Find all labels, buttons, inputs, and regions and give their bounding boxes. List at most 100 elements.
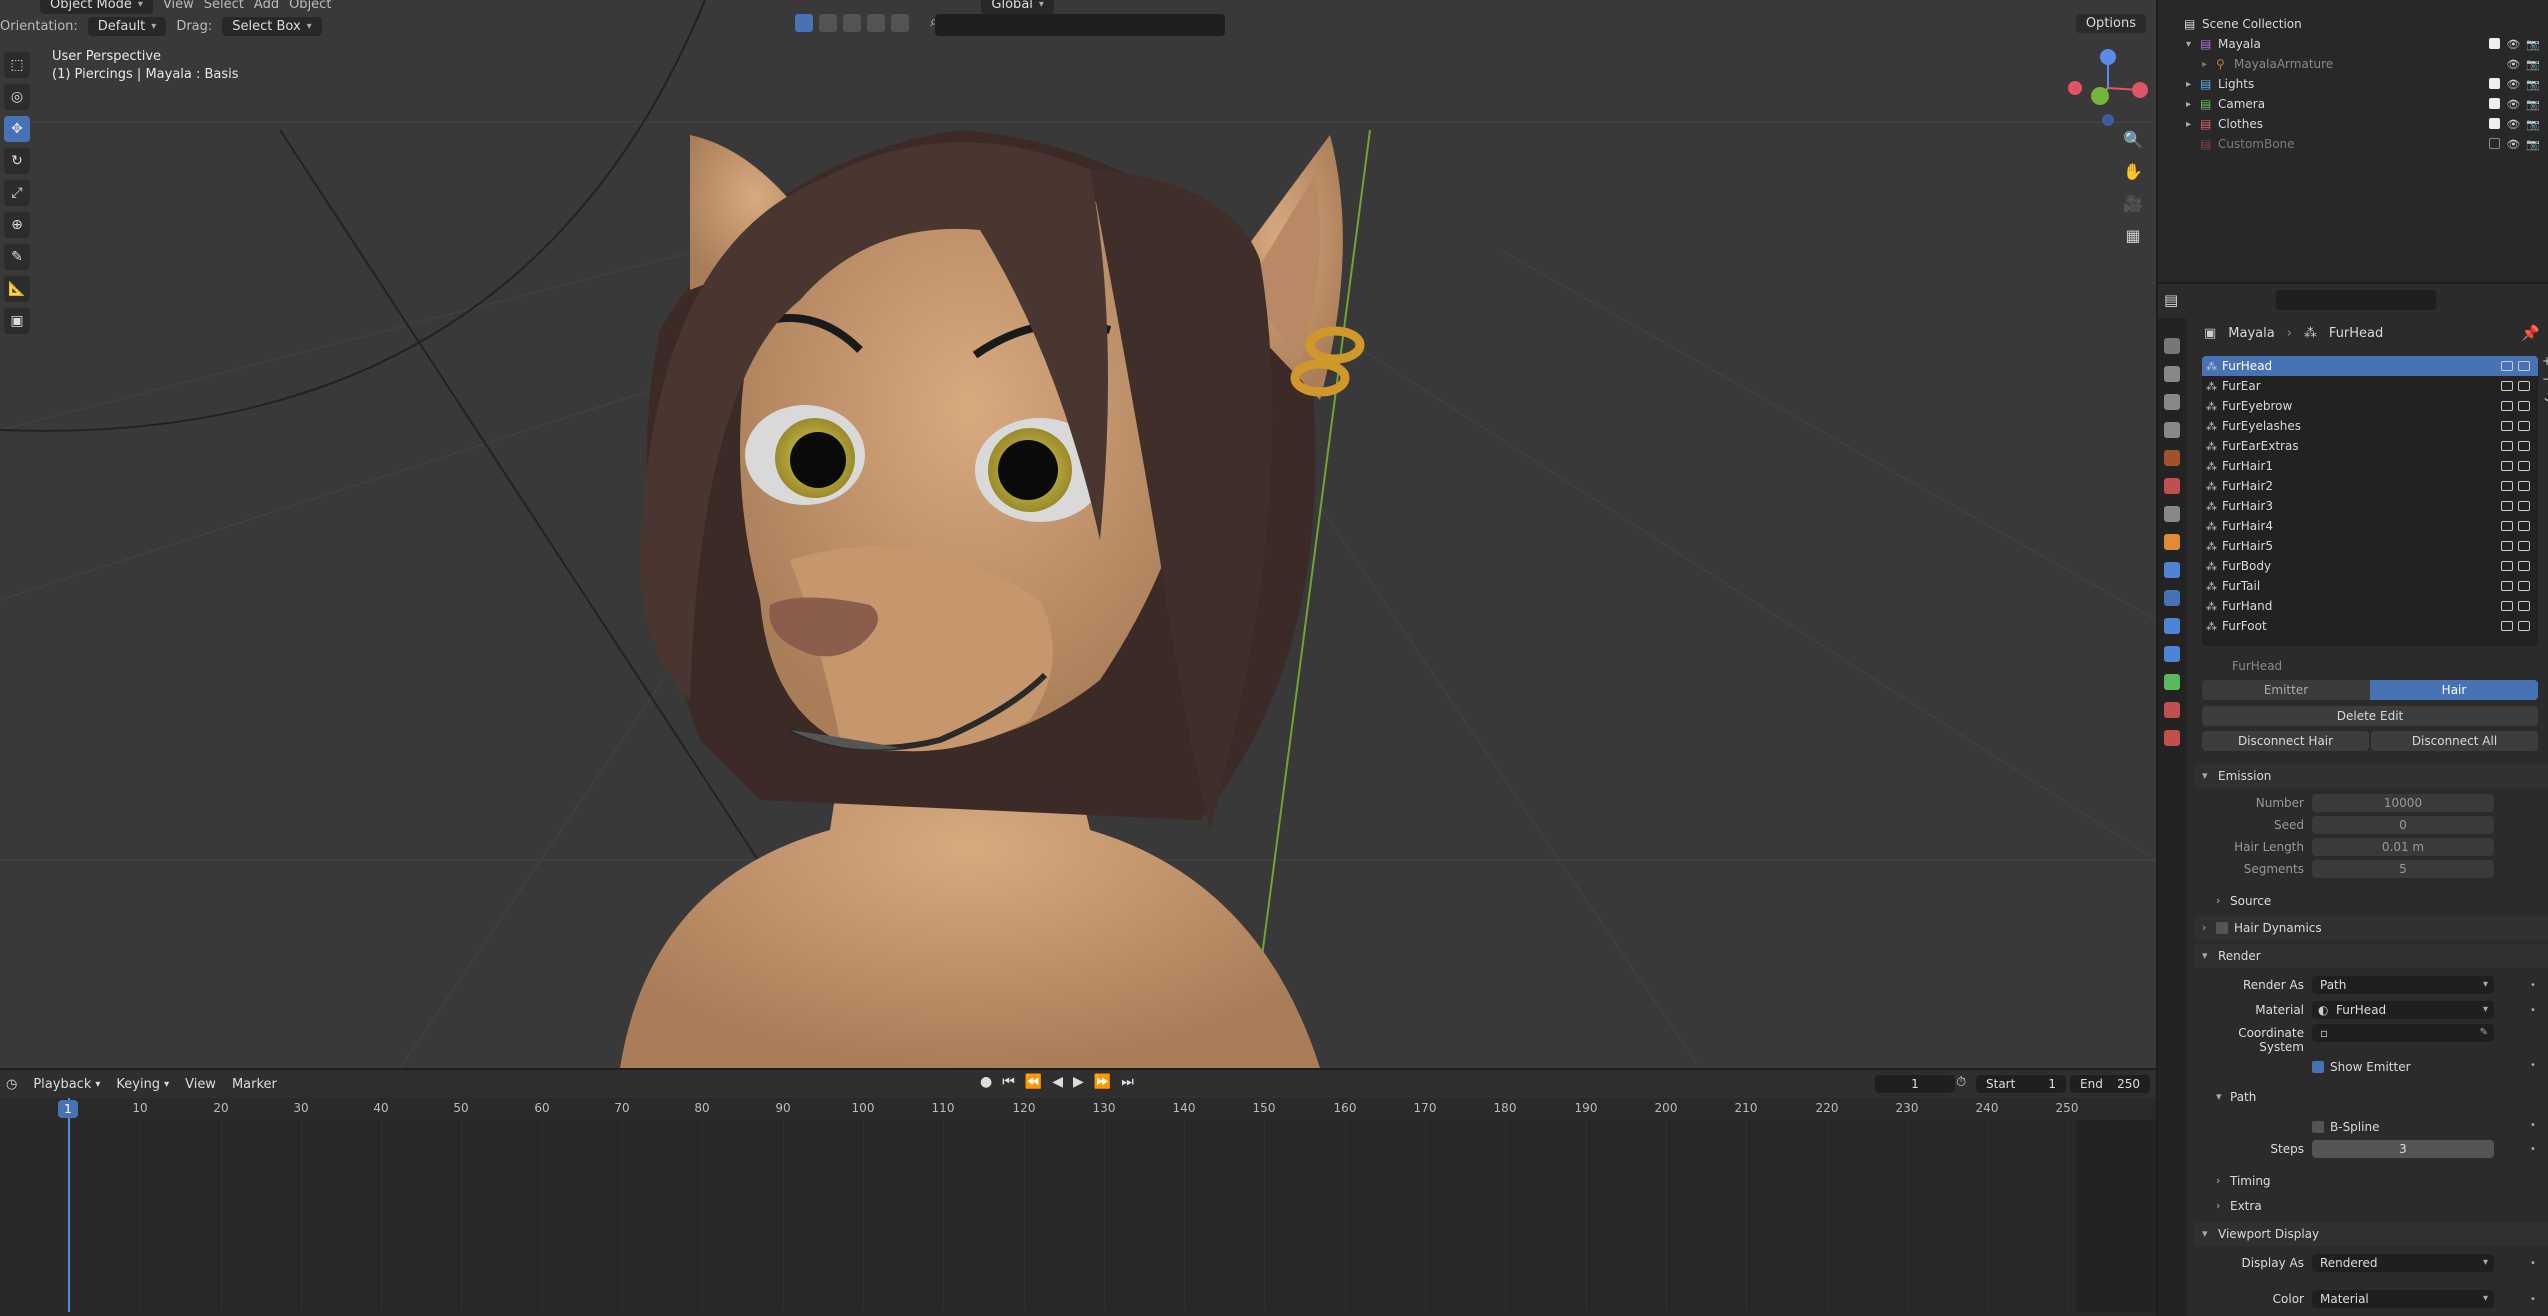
camera-icon[interactable]: 📷 — [2526, 118, 2540, 131]
collection-tab-icon[interactable] — [2164, 506, 2180, 522]
camera-icon[interactable]: 📷 — [2526, 78, 2540, 91]
render-toggle-icon[interactable] — [2518, 481, 2530, 491]
viewport-toggle-icon[interactable] — [2501, 601, 2513, 611]
include-checkbox[interactable] — [2489, 117, 2501, 129]
prev-keyframe-icon[interactable]: ⏪ — [1025, 1074, 1042, 1090]
particle-system-row[interactable]: ⁂ FurFoot — [2202, 616, 2538, 636]
material-tab-icon[interactable] — [2164, 702, 2180, 718]
eye-icon[interactable]: 👁 — [2506, 118, 2520, 131]
expand-arrow-icon[interactable]: ▸ — [2186, 119, 2191, 130]
cursor-tool[interactable]: ◎ — [4, 84, 30, 110]
render-toggle-icon[interactable] — [2518, 621, 2530, 631]
outliner-row-lights[interactable]: ▸ ▤ Lights 👁 📷 — [2158, 74, 2548, 94]
particle-system-row[interactable]: ⁂ FurHead — [2202, 356, 2538, 376]
expand-arrow-icon[interactable]: ▸ — [2202, 59, 2207, 70]
expand-arrow-icon[interactable]: ▾ — [2186, 39, 2191, 50]
jump-end-icon[interactable]: ⏭ — [1121, 1074, 1134, 1090]
outliner-row-camera[interactable]: ▸ ▤ Camera 👁 📷 — [2158, 94, 2548, 114]
particle-system-row[interactable]: ⁂ FurHair3 — [2202, 496, 2538, 516]
texture-tab-icon[interactable] — [2164, 730, 2180, 746]
scene-tab-icon[interactable] — [2164, 450, 2180, 466]
eye-icon[interactable]: 👁 — [2506, 38, 2520, 51]
jump-start-icon[interactable]: ⏮ — [1002, 1074, 1015, 1090]
eye-icon[interactable]: 👁 — [2506, 138, 2520, 151]
delete-edit-button[interactable]: Delete Edit — [2202, 706, 2538, 726]
keyframe-dot-icon[interactable]: • — [2530, 1005, 2536, 1016]
render-toggle-icon[interactable] — [2518, 381, 2530, 391]
particle-system-row[interactable]: ⁂ FurBody — [2202, 556, 2538, 576]
outliner-row-custombone[interactable]: ▤ CustomBone 👁 📷 — [2158, 134, 2548, 154]
playhead-frame[interactable]: 1 — [58, 1100, 78, 1118]
start-frame-field[interactable]: Start 1 — [1976, 1075, 2066, 1093]
menu-marker[interactable]: Marker — [232, 1077, 277, 1092]
grid-view-icon[interactable]: ▦ — [2120, 226, 2146, 248]
render-toggle-icon[interactable] — [2518, 581, 2530, 591]
render-panel-header[interactable]: ▾ Render — [2194, 944, 2548, 968]
camera-view-icon[interactable]: 🎥 — [2120, 194, 2146, 216]
viewport-toggle-icon[interactable] — [2501, 461, 2513, 471]
particles-tab-icon[interactable] — [2164, 590, 2180, 606]
include-checkbox[interactable] — [2489, 97, 2501, 109]
object-tab-icon[interactable] — [2164, 534, 2180, 550]
viewport-toggle-icon[interactable] — [2501, 581, 2513, 591]
disconnect-all-button[interactable]: Disconnect All — [2371, 731, 2538, 751]
world-tab-icon[interactable] — [2164, 478, 2180, 494]
current-frame-field[interactable]: 1 — [1875, 1075, 1955, 1093]
particle-system-row[interactable]: ⁂ FurEarExtras — [2202, 436, 2538, 456]
pin-icon[interactable]: 📌 — [2521, 324, 2540, 342]
render-toggle-icon[interactable] — [2518, 501, 2530, 511]
segments-field[interactable]: 5 — [2312, 860, 2494, 878]
render-toggle-icon[interactable] — [2518, 601, 2530, 611]
bspline-row[interactable]: B-Spline — [2312, 1120, 2379, 1134]
type-hair-button[interactable]: Hair — [2370, 680, 2538, 700]
hair-dynamics-panel-header[interactable]: › Hair Dynamics — [2194, 916, 2548, 940]
chevron-down-icon[interactable]: ⌄ — [2542, 390, 2548, 404]
type-emitter-button[interactable]: Emitter — [2202, 680, 2370, 700]
menu-add[interactable]: Add — [254, 0, 279, 12]
curve-icon[interactable] — [843, 14, 861, 32]
viewport-toggle-icon[interactable] — [2501, 361, 2513, 371]
particle-system-row[interactable]: ⁂ FurHair2 — [2202, 476, 2538, 496]
viewport-toggle-icon[interactable] — [2501, 381, 2513, 391]
mesh-icon[interactable] — [819, 14, 837, 32]
constraints-tab-icon[interactable] — [2164, 646, 2180, 662]
viewport-display-panel-header[interactable]: ▾ Viewport Display — [2194, 1222, 2548, 1246]
render-toggle-icon[interactable] — [2518, 561, 2530, 571]
editor-type-icon[interactable]: ▤ — [2164, 291, 2178, 309]
scale-tool[interactable]: ⤢ — [4, 180, 30, 206]
keyframe-dot-icon[interactable]: • — [2530, 1258, 2536, 1269]
render-as-dropdown[interactable]: Path ▾ — [2312, 976, 2494, 994]
keyframe-dot-icon[interactable]: • — [2530, 1060, 2536, 1071]
menu-view[interactable]: View — [185, 1077, 216, 1092]
viewport-toggle-icon[interactable] — [2501, 481, 2513, 491]
3d-viewport[interactable]: Object Mode ▾ View Select Add Object Glob… — [0, 0, 2156, 1068]
color-dropdown[interactable]: Material ▾ — [2312, 1290, 2494, 1308]
keyframe-dot-icon[interactable]: • — [2530, 1144, 2536, 1155]
include-checkbox[interactable] — [2489, 37, 2501, 49]
record-icon[interactable]: ● — [980, 1074, 992, 1090]
end-frame-field[interactable]: End 250 — [2070, 1075, 2150, 1093]
add-cube-tool[interactable]: ▣ — [4, 308, 30, 334]
particle-system-row[interactable]: ⁂ FurHair4 — [2202, 516, 2538, 536]
light-icon[interactable] — [867, 14, 885, 32]
render-toggle-icon[interactable] — [2518, 461, 2530, 471]
eye-icon[interactable]: 👁 — [2506, 58, 2520, 71]
show-emitter-row[interactable]: Show Emitter — [2312, 1060, 2411, 1074]
timer-icon[interactable]: ⏱ — [1956, 1075, 1966, 1090]
properties-editor[interactable]: ▤ ▣ Mayala › ⁂ FurHead 📌 ⁂ FurHead ⁂ FurEar… — [2158, 284, 2548, 1316]
disconnect-hair-button[interactable]: Disconnect Hair — [2202, 731, 2369, 751]
bspline-checkbox[interactable] — [2312, 1121, 2324, 1133]
next-keyframe-icon[interactable]: ⏩ — [1094, 1074, 1111, 1090]
eyedropper-icon[interactable]: ✎ — [2480, 1024, 2488, 1042]
transform-orientation-dropdown[interactable]: Global ▾ — [981, 0, 1054, 14]
show-emitter-checkbox[interactable] — [2312, 1061, 2324, 1073]
object-type-icon[interactable] — [795, 14, 813, 32]
timeline-editor[interactable]: ◷ Playback ▾ Keying ▾ View Marker ● ⏮ ⏪ ◀ … — [0, 1070, 2156, 1316]
physics-tab-icon[interactable] — [2164, 618, 2180, 634]
coordinate-system-field[interactable]: ▫ ✎ — [2312, 1024, 2494, 1042]
camera-icon[interactable] — [891, 14, 909, 32]
particle-system-row[interactable]: ⁂ FurEyebrow — [2202, 396, 2538, 416]
playhead[interactable] — [68, 1098, 70, 1312]
outliner-row-armature[interactable]: ▸ ⚲ MayalaArmature 👁 📷 — [2158, 54, 2548, 74]
transform-tool[interactable]: ⊕ — [4, 212, 30, 238]
